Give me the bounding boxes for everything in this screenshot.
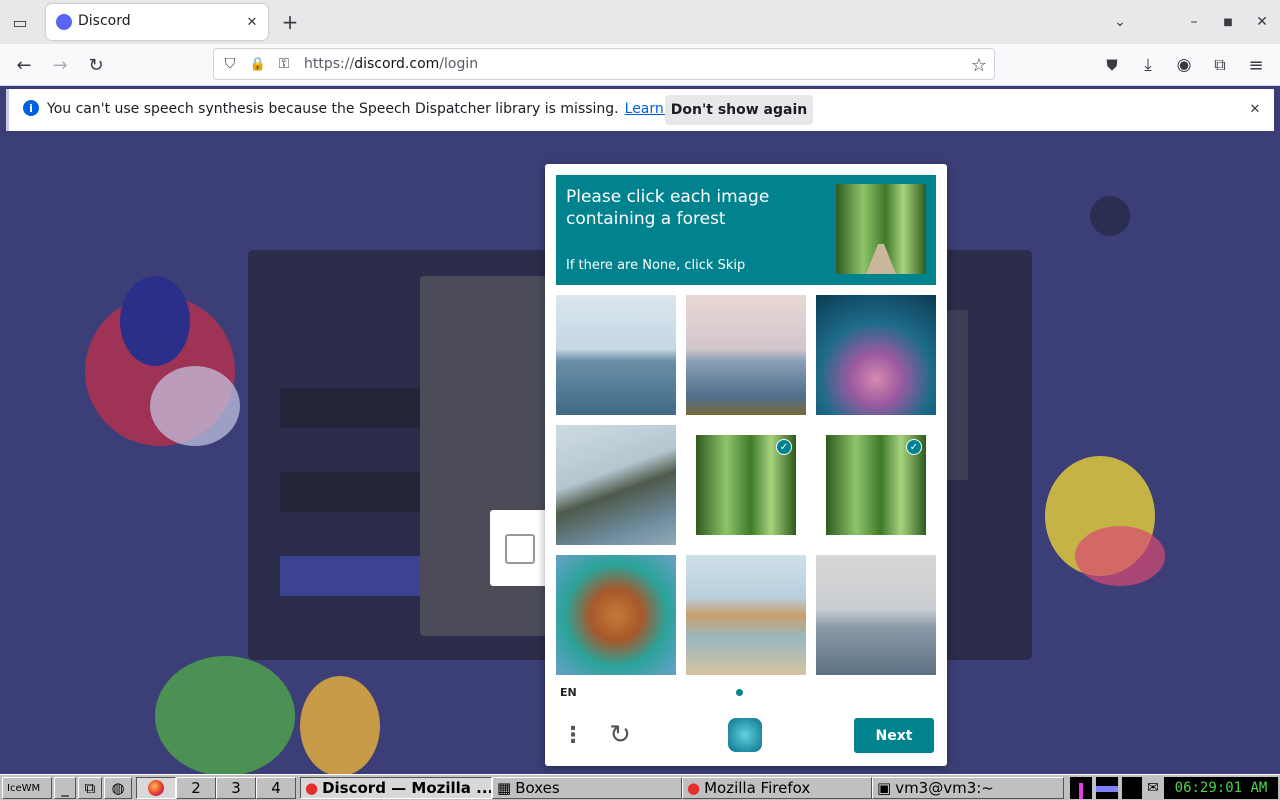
more-options-icon[interactable]: ⋮	[562, 720, 584, 750]
challenge-header: Please click each image containing a for…	[556, 175, 936, 285]
workspace-2[interactable]: 2	[176, 777, 216, 799]
captcha-tile-9[interactable]	[816, 555, 936, 675]
minimize-icon[interactable]: –	[1182, 10, 1206, 34]
firefox-icon: ●	[687, 779, 701, 797]
close-notification-icon[interactable]: ✕	[1245, 99, 1265, 119]
tab-list-icon[interactable]: ▭	[8, 10, 32, 34]
tab-discord[interactable]: Discord ✕	[46, 4, 268, 40]
url-bar[interactable]: ⛉ 🔒 ⚿ https://discord.com/login ☆	[213, 48, 995, 80]
back-icon[interactable]: ←	[12, 53, 36, 77]
captcha-tile-6[interactable]: ✓	[826, 435, 926, 535]
url-text[interactable]: https://discord.com/login	[304, 56, 478, 72]
workspace-1-firefox-icon[interactable]	[136, 777, 176, 799]
illustration-character	[150, 366, 240, 446]
email-input-ghost	[280, 388, 420, 428]
reload-icon[interactable]: ↻	[84, 53, 108, 77]
page-indicator-dot	[736, 689, 743, 696]
clock: 06:29:01 AM	[1164, 777, 1278, 799]
hcaptcha-challenge: Please click each image containing a for…	[545, 164, 947, 766]
discord-favicon-icon	[56, 14, 72, 30]
illustration-blob	[1075, 526, 1165, 586]
downloads-icon[interactable]: ⤓	[1136, 53, 1160, 77]
close-window-icon[interactable]: ✕	[1250, 10, 1274, 34]
password-input-ghost	[280, 472, 420, 512]
mail-icon[interactable]: ✉	[1144, 777, 1162, 799]
new-tab-icon[interactable]: +	[278, 10, 302, 34]
bookmark-star-icon[interactable]: ☆	[968, 54, 990, 76]
show-desktop-icon[interactable]: _	[54, 777, 76, 799]
captcha-tile-2[interactable]	[686, 295, 806, 415]
selected-check-icon: ✓	[906, 439, 922, 455]
menu-icon[interactable]: ≡	[1244, 53, 1268, 77]
forward-icon[interactable]: →	[48, 53, 72, 77]
captcha-tile-3[interactable]	[816, 295, 936, 415]
lock-icon[interactable]: 🔒	[248, 54, 268, 74]
tab-strip: ▭ Discord ✕ + ⌄ – ■ ✕	[0, 0, 1280, 44]
cpu-monitor-icon	[1070, 777, 1092, 799]
taskbar-window-discord[interactable]: ● Discord — Mozilla ...	[300, 777, 492, 799]
hcaptcha-logo-icon[interactable]	[728, 718, 762, 752]
close-tab-icon[interactable]: ✕	[242, 12, 262, 32]
captcha-tile-1[interactable]	[556, 295, 676, 415]
globe-icon[interactable]: ◍	[104, 777, 132, 799]
url-scheme: https://	[304, 56, 355, 72]
login-button-ghost	[280, 556, 420, 596]
captcha-tile-4[interactable]	[556, 425, 676, 545]
taskbar-window-label: Discord — Mozilla ...	[322, 779, 492, 797]
language-selector[interactable]: EN	[560, 686, 577, 699]
dont-show-again-button[interactable]: Don't show again	[665, 95, 813, 125]
workspace-4[interactable]: 4	[256, 777, 296, 799]
firefox-icon: ●	[305, 779, 319, 797]
taskbar-window-label: Boxes	[515, 779, 560, 797]
navigation-bar: ← → ↻ ⛉ 🔒 ⚿ https://discord.com/login ☆ …	[0, 44, 1280, 86]
network-monitor-icon	[1096, 777, 1118, 799]
boxes-icon: ▦	[497, 779, 512, 797]
next-button[interactable]: Next	[854, 718, 934, 753]
extensions-icon[interactable]: ⧉	[1208, 53, 1232, 77]
list-all-tabs-icon[interactable]: ⌄	[1108, 10, 1132, 34]
illustration-character	[120, 276, 190, 366]
captcha-widget[interactable]	[490, 510, 550, 586]
example-image	[836, 184, 926, 274]
taskbar-window-boxes[interactable]: ▦ Boxes	[492, 777, 682, 799]
url-domain: discord.com	[354, 56, 440, 72]
captcha-tile-8[interactable]	[686, 555, 806, 675]
refresh-icon[interactable]: ↻	[605, 720, 635, 750]
taskbar-window-firefox[interactable]: ● Mozilla Firefox	[682, 777, 872, 799]
captcha-tile-5[interactable]: ✓	[696, 435, 796, 535]
start-menu-button[interactable]: IceWM	[2, 777, 52, 799]
memory-monitor-icon	[1122, 777, 1142, 799]
url-path: /login	[439, 56, 479, 72]
window-list-icon[interactable]: ⧉	[78, 777, 102, 799]
taskbar-window-label: Mozilla Firefox	[704, 779, 811, 797]
notification-message: You can't use speech synthesis because t…	[47, 101, 704, 117]
pocket-icon[interactable]: ⛊	[1100, 53, 1124, 77]
captcha-checkbox[interactable]	[505, 534, 535, 564]
maximize-icon[interactable]: ■	[1216, 10, 1240, 34]
taskbar: IceWM _ ⧉ ◍ 2 3 4 ● Discord — Mozilla ...…	[0, 774, 1280, 800]
account-icon[interactable]: ◉	[1172, 53, 1196, 77]
taskbar-window-terminal[interactable]: ▣ vm3@vm3:~	[872, 777, 1064, 799]
terminal-icon: ▣	[877, 779, 892, 797]
illustration-character	[300, 676, 380, 774]
info-icon: i	[23, 100, 39, 116]
taskbar-window-label: vm3@vm3:~	[895, 779, 994, 797]
illustration-character	[155, 656, 295, 774]
selected-check-icon: ✓	[776, 439, 792, 455]
key-icon[interactable]: ⚿	[274, 54, 294, 74]
notification-bar: i You can't use speech synthesis because…	[6, 89, 1274, 131]
challenge-hint: If there are None, click Skip	[566, 258, 746, 273]
challenge-prompt: Please click each image containing a for…	[566, 187, 770, 229]
illustration-blob	[1090, 196, 1130, 236]
notification-text: You can't use speech synthesis because t…	[47, 101, 619, 117]
shield-icon[interactable]: ⛉	[220, 54, 240, 74]
tab-title: Discord	[78, 13, 131, 29]
captcha-tile-7[interactable]	[556, 555, 676, 675]
workspace-3[interactable]: 3	[216, 777, 256, 799]
